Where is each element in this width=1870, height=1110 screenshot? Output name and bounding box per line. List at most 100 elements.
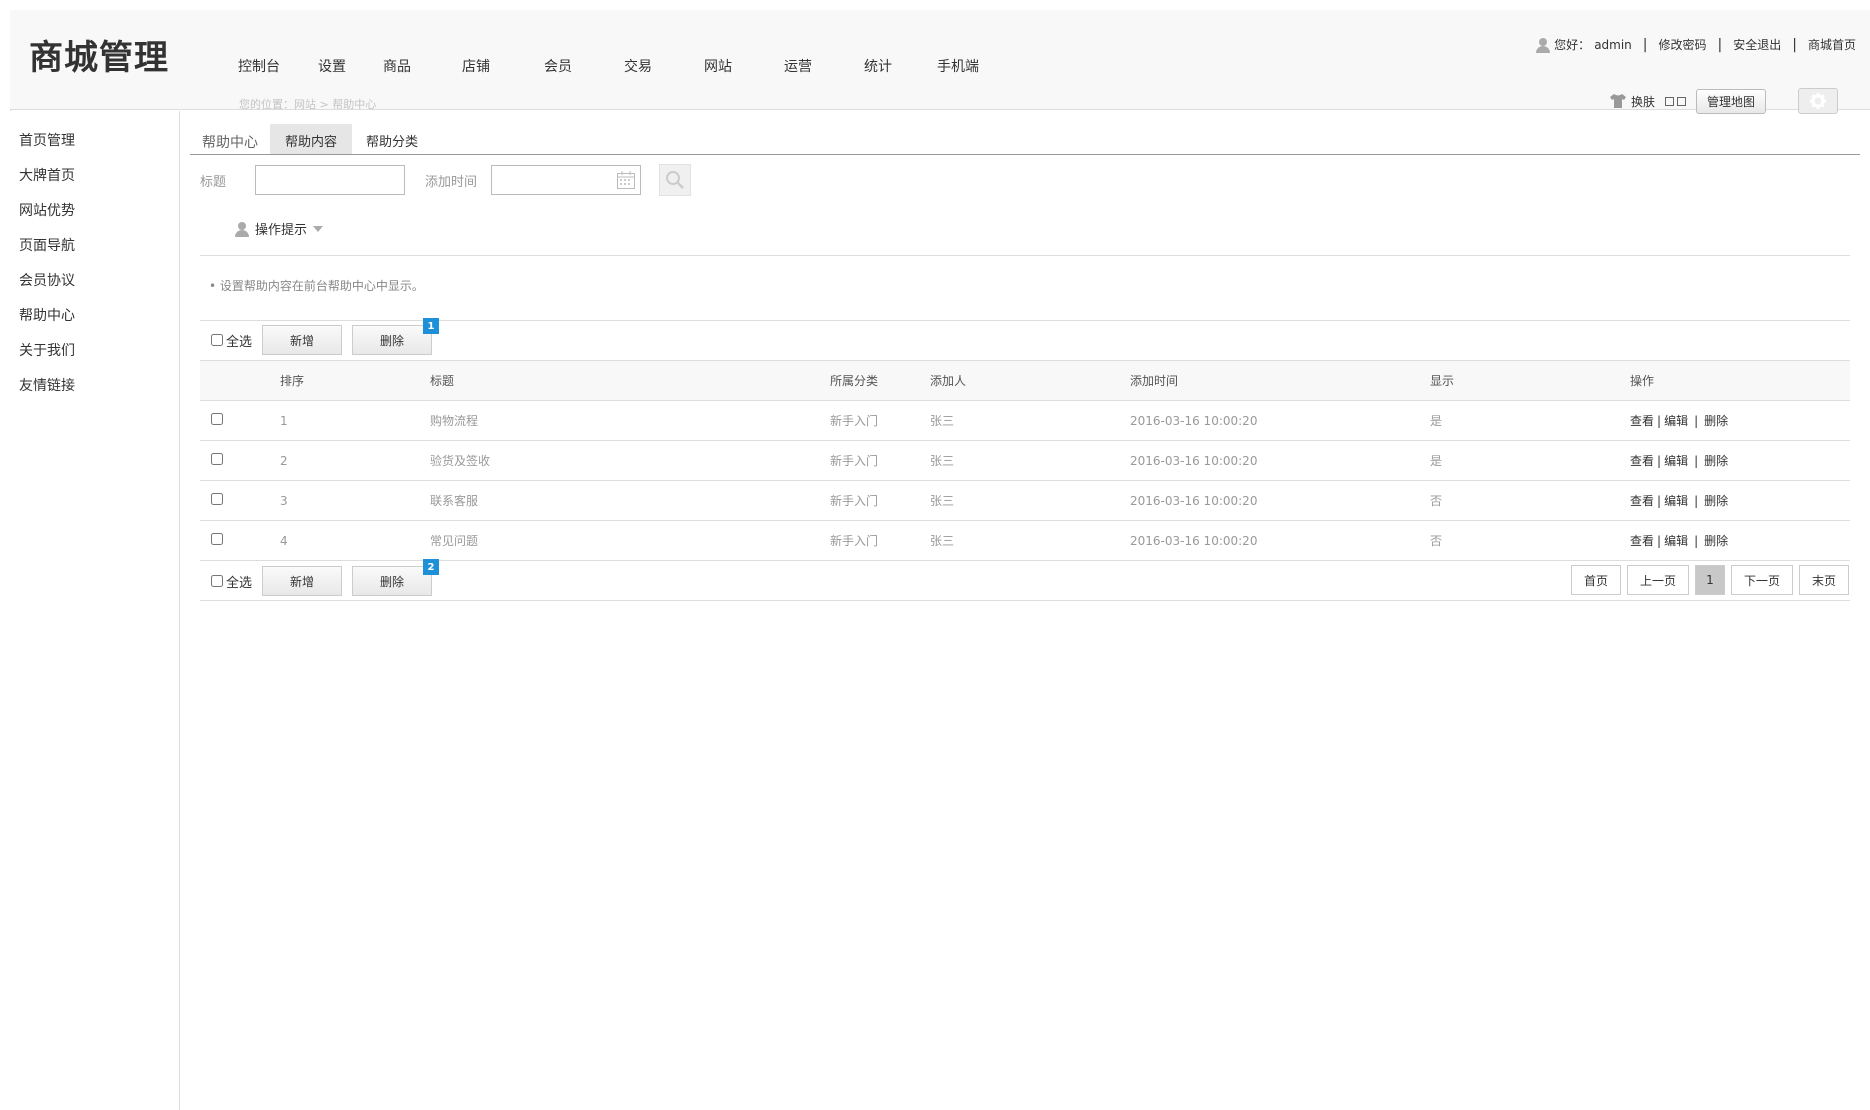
step-badge: 1 [423,318,440,334]
divider [200,255,1850,256]
delete-link[interactable]: 删除 [1704,454,1728,468]
divider: | [1694,454,1699,468]
calendar-icon[interactable] [616,170,636,190]
admin-map-button[interactable]: 管理地图 [1695,88,1766,114]
edit-link[interactable]: 编辑 [1664,454,1688,468]
nav-stores[interactable]: 店铺 [462,56,544,76]
select-all-top[interactable]: 全选 [211,331,252,350]
page-next-button[interactable]: 下一页 [1730,565,1793,595]
tab-help-category[interactable]: 帮助分类 [351,124,433,154]
search-button[interactable] [659,164,691,196]
col-category: 所属分类 [830,360,930,401]
nav-operations[interactable]: 运营 [784,56,864,76]
greeting-label: 您好： [1554,38,1591,52]
nav-members[interactable]: 会员 [544,56,624,76]
cell-title: 购物流程 [430,400,830,441]
add-button[interactable]: 新增 [262,566,343,596]
edit-link[interactable]: 编辑 [1664,414,1688,428]
cell-category: 新手入门 [830,440,930,481]
delete-button[interactable]: 删除 1 [352,318,440,355]
tips-toggle[interactable]: 操作提示 [234,219,324,238]
table-header-row: 排序 标题 所属分类 添加人 添加时间 显示 操作 [200,360,1850,401]
shirt-icon[interactable] [1609,93,1627,109]
cell-show: 是 [1430,440,1630,481]
delete-link[interactable]: 删除 [1704,414,1728,428]
col-title: 标题 [430,360,830,401]
delete-button-label: 删除 [380,333,405,348]
col-order: 排序 [280,360,430,401]
skin-link[interactable]: 换肤 [1631,93,1655,110]
page-last-button[interactable]: 末页 [1798,565,1849,595]
edit-link[interactable]: 编辑 [1664,534,1688,548]
tab-help-content[interactable]: 帮助内容 [270,124,353,154]
top-header: 商城管理 控制台 设置 商品 店铺 会员 交易 网站 运营 统计 手机端 您的位… [10,10,1870,114]
nav-trade[interactable]: 交易 [624,56,704,76]
delete-link[interactable]: 删除 [1704,534,1728,548]
nav-dashboard[interactable]: 控制台 [238,56,318,76]
sidebar-item-help-center[interactable]: 帮助中心 [19,305,75,325]
search-icon [666,171,684,189]
view-link[interactable]: 查看 [1630,494,1654,508]
layout-toggle-2[interactable] [1676,96,1686,106]
cell-time: 2016-03-16 10:00:20 [1130,520,1430,561]
cell-order: 2 [280,440,430,481]
divider: | [1717,36,1723,53]
sidebar-item-brand-home[interactable]: 大牌首页 [19,165,75,185]
layout-toggle-1[interactable] [1664,96,1674,106]
nav-website[interactable]: 网站 [704,56,784,76]
sidebar-item-about-us[interactable]: 关于我们 [19,340,75,360]
row-checkbox[interactable] [211,493,223,505]
checkbox-cell [200,520,280,561]
checkbox-cell [200,440,280,481]
view-link[interactable]: 查看 [1630,454,1654,468]
view-link[interactable]: 查看 [1630,414,1654,428]
nav-settings[interactable]: 设置 [318,56,383,76]
select-all-bottom[interactable]: 全选 [211,572,252,591]
nav-goods[interactable]: 商品 [383,56,462,76]
logo: 商城管理 [29,38,169,78]
delete-button-label: 删除 [380,574,405,589]
cell-show: 否 [1430,520,1630,561]
shop-home-link[interactable]: 商城首页 [1808,36,1856,53]
cell-time: 2016-03-16 10:00:20 [1130,400,1430,441]
logout-link[interactable]: 安全退出 [1733,36,1781,53]
sidebar-item-home[interactable]: 首页管理 [19,130,75,150]
col-ops: 操作 [1630,360,1850,401]
delete-button[interactable]: 删除 2 [352,559,440,596]
col-checkbox [200,360,280,401]
sidebar-item-advantages[interactable]: 网站优势 [19,200,75,220]
sidebar-item-friend-links[interactable]: 友情链接 [19,375,75,395]
sidebar-item-page-nav[interactable]: 页面导航 [19,235,75,255]
gear-icon[interactable] [1798,88,1838,114]
nav-statistics[interactable]: 统计 [864,56,937,76]
change-password-link[interactable]: 修改密码 [1659,36,1707,53]
select-all-checkbox[interactable] [211,334,223,346]
user-bar: 您好： admin | 修改密码 | 安全退出 | 商城首页 [1535,36,1856,53]
add-button[interactable]: 新增 [262,325,343,355]
title-filter-input[interactable] [255,165,405,195]
time-filter-input[interactable] [492,166,612,194]
time-filter-field[interactable] [491,165,641,195]
delete-link[interactable]: 删除 [1704,494,1728,508]
cell-time: 2016-03-16 10:00:20 [1130,440,1430,481]
view-link[interactable]: 查看 [1630,534,1654,548]
nav-mobile[interactable]: 手机端 [937,56,979,76]
cell-category: 新手入门 [830,480,930,521]
section-title: 帮助中心 [202,135,258,151]
row-checkbox[interactable] [211,413,223,425]
page-current[interactable]: 1 [1694,565,1725,595]
cell-author: 张三 [930,400,1130,441]
tabs-row: 帮助中心 帮助内容 帮助分类 [190,124,1860,155]
row-checkbox[interactable] [211,533,223,545]
sidebar-item-member-agreement[interactable]: 会员协议 [19,270,75,290]
page-prev-button[interactable]: 上一页 [1626,565,1689,595]
col-time: 添加时间 [1130,360,1430,401]
page-first-button[interactable]: 首页 [1570,565,1621,595]
cell-title: 联系客服 [430,480,830,521]
divider: | [1642,36,1648,53]
tool-bar: 换肤 管理地图 [1609,88,1838,114]
cell-ops: 查看 | 编辑 | 删除 [1630,520,1850,561]
row-checkbox[interactable] [211,453,223,465]
edit-link[interactable]: 编辑 [1664,494,1688,508]
select-all-checkbox[interactable] [211,575,223,587]
